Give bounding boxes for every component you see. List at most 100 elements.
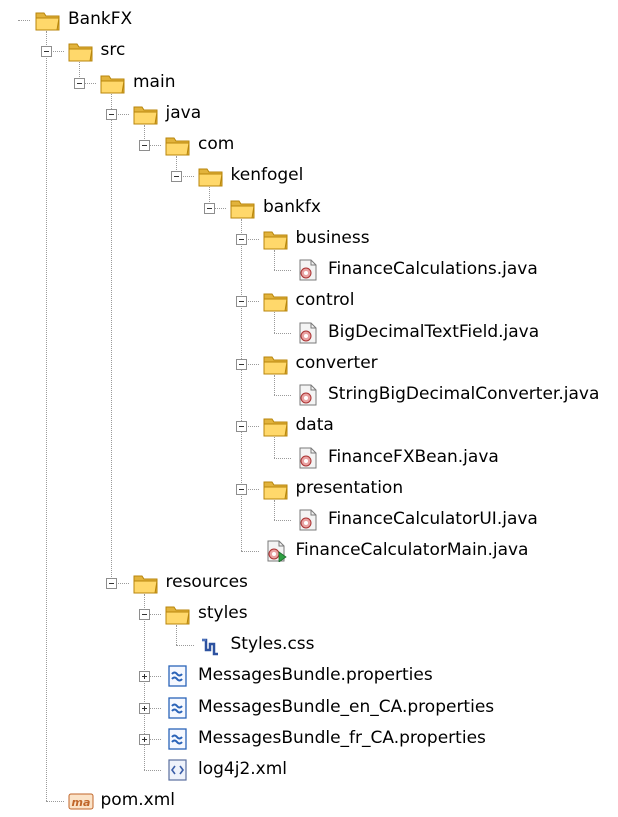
collapse-toggle[interactable] [236,233,247,245]
tree-node-label: converter [295,352,378,373]
folder-icon [263,415,289,442]
collapse-toggle[interactable] [236,483,247,495]
project-tree: BankFX src main java com kenfogel bankfx busine… [0,0,618,812]
tree-node-label: log4j2.xml [198,759,288,779]
collapse-toggle[interactable] [138,608,150,620]
expand-toggle[interactable] [138,733,150,745]
java-main-class-icon [263,540,289,567]
tree-node-resources[interactable]: resources [0,568,618,599]
css-file-icon [198,634,224,661]
tree-connector-line [241,551,259,553]
tree-node-messagesbundle-fr-ca-properties[interactable]: MessagesBundle_fr_CA.properties [0,724,618,755]
collapse-toggle[interactable] [41,46,52,58]
tree-node-stringbigdecimalconverter-java[interactable]: StringBigDecimalConverter.java [0,380,618,411]
tree-connector-line [176,645,194,646]
tree-node-label: MessagesBundle_en_CA.properties [198,696,495,717]
tree-node-src[interactable]: src [0,36,618,67]
folder-icon [133,572,159,599]
java-class-icon [295,509,321,536]
tree-node-financecalculatorui-java[interactable]: FinanceCalculatorUI.java [0,505,618,536]
tree-node-com[interactable]: com [0,130,618,161]
tree-node-label: business [295,227,370,248]
folder-icon [100,72,126,99]
folder-icon [68,40,94,67]
tree-node-label: FinanceCalculatorUI.java [328,509,538,529]
tree-node-financefxbean-java[interactable]: FinanceFXBean.java [0,443,618,474]
tree-node-messagesbundle-en-ca-properties[interactable]: MessagesBundle_en_CA.properties [0,693,618,724]
folder-icon [263,353,289,380]
tree-node-presentation[interactable]: presentation [0,474,618,505]
java-class-icon [295,384,321,411]
maven-pom-icon: ma [68,790,94,817]
svg-text:ma: ma [71,796,90,809]
java-class-icon [295,447,321,474]
tree-node-converter[interactable]: converter [0,349,618,380]
tree-node-pom-xml[interactable]: ma pom.xml [0,786,618,817]
expand-toggle[interactable] [138,702,150,714]
tree-node-label: java [165,102,202,123]
java-class-icon [295,322,321,349]
tree-node-label: FinanceCalculatorMain.java [295,540,529,561]
tree-node-main[interactable]: main [0,68,618,99]
tree-node-label: data [295,415,334,436]
tree-node-label: kenfogel [230,165,304,186]
expand-toggle[interactable] [138,671,150,683]
folder-icon [263,478,289,505]
tree-node-styles[interactable]: styles [0,599,618,630]
folder-icon [198,165,224,192]
tree-connector-line [46,801,64,803]
collapse-toggle[interactable] [236,358,247,370]
tree-node-financecalculations-java[interactable]: FinanceCalculations.java [0,255,618,286]
tree-connector-line [273,332,291,334]
folder-icon [165,603,191,630]
properties-file-icon [165,728,191,755]
folder-icon [263,228,289,255]
xml-file-icon [165,759,191,786]
tree-node-label: resources [165,571,248,592]
tree-connector-line [18,20,30,21]
folder-icon [165,134,191,161]
tree-node-bigdecimaltextfield-java[interactable]: BigDecimalTextField.java [0,318,618,349]
collapse-toggle[interactable] [236,421,247,433]
tree-node-label: FinanceCalculations.java [328,259,538,279]
folder-icon [35,9,61,36]
tree-node-label: control [295,290,355,311]
collapse-toggle[interactable] [106,108,117,120]
tree-node-label: StringBigDecimalConverter.java [328,384,600,404]
tree-node-label: Styles.css [230,634,315,654]
collapse-toggle[interactable] [203,202,215,214]
tree-connector-line [273,270,291,271]
folder-icon [263,290,289,317]
tree-node-label: BigDecimalTextField.java [328,321,540,342]
tree-node-label: presentation [295,477,404,498]
tree-node-control[interactable]: control [0,286,618,317]
tree-node-label: main [133,71,176,92]
tree-node-styles-css[interactable]: Styles.css [0,630,618,661]
tree-node-bankfx[interactable]: bankfx [0,193,618,224]
tree-node-kenfogel[interactable]: kenfogel [0,161,618,192]
tree-node-label: styles [198,602,248,623]
collapse-toggle[interactable] [171,171,182,183]
java-class-icon [295,259,321,286]
folder-icon [230,197,256,224]
tree-node-label: com [198,134,235,154]
tree-node-bankfx[interactable]: BankFX [0,5,618,36]
tree-node-label: src [100,40,126,61]
collapse-toggle[interactable] [106,577,117,589]
collapse-toggle[interactable] [73,77,85,89]
tree-connector-line [273,520,291,521]
properties-file-icon [165,665,191,692]
tree-connector-line [273,457,291,459]
tree-connector-line [143,770,161,771]
tree-node-business[interactable]: business [0,224,618,255]
tree-node-label: pom.xml [100,790,176,811]
tree-node-data[interactable]: data [0,411,618,442]
tree-node-label: MessagesBundle.properties [198,665,433,686]
collapse-toggle[interactable] [236,296,247,308]
collapse-toggle[interactable] [138,140,150,151]
properties-file-icon [165,696,191,724]
tree-node-messagesbundle-properties[interactable]: MessagesBundle.properties [0,661,618,692]
tree-node-log4j2-xml[interactable]: log4j2.xml [0,755,618,786]
tree-node-financecalculatormain-java[interactable]: FinanceCalculatorMain.java [0,536,618,567]
tree-node-java[interactable]: java [0,99,618,130]
